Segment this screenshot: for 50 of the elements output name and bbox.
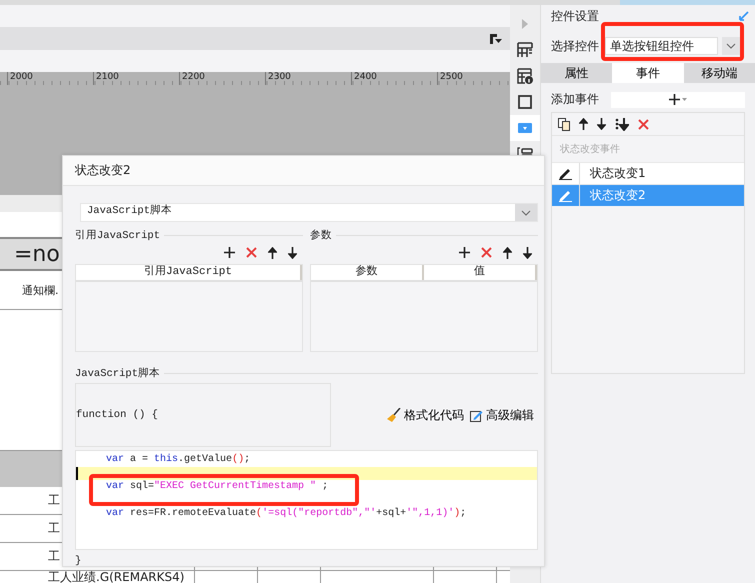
plus-icon: [669, 94, 680, 105]
add-event-label: 添加事件: [551, 91, 599, 108]
delete-icon[interactable]: [638, 118, 649, 130]
column-header: 值: [424, 265, 537, 280]
code-editor[interactable]: var a = this.getValue(); var sql="EXEC GetCurrentTimestamp " ; var res=FR.remoteEvaluate('=sql("reportdb","'+sql+'",1,1)');: [75, 450, 538, 550]
cell-text: =no: [14, 242, 60, 266]
add-icon[interactable]: [224, 247, 235, 258]
arrow-down-icon[interactable]: [288, 247, 297, 259]
section-legend: 参数: [310, 228, 332, 242]
section-legend: JavaScript脚本: [75, 366, 160, 380]
move-to-bottom-icon[interactable]: [615, 118, 629, 130]
format-painter-icon[interactable]: [490, 34, 502, 44]
column-header: 引用JavaScript: [76, 265, 302, 280]
delete-icon[interactable]: [246, 247, 257, 258]
arrow-down-icon[interactable]: [597, 118, 606, 130]
caret-icon: [682, 98, 687, 101]
dropdown-icon[interactable]: [518, 123, 532, 133]
advanced-edit-button[interactable]: 高级编辑: [470, 406, 534, 424]
event-item[interactable]: 状态改变1: [552, 162, 744, 184]
arrow-up-icon[interactable]: [579, 118, 588, 130]
pencil-icon: [559, 167, 572, 180]
edit-icon: [470, 408, 483, 422]
section-legend: 引用JavaScript: [75, 228, 160, 242]
format-code-button[interactable]: 格式化代码: [387, 406, 464, 424]
closing-brace: }: [75, 555, 82, 567]
frame-icon[interactable]: [517, 94, 533, 110]
add-icon[interactable]: [459, 247, 470, 258]
broom-icon: [387, 408, 401, 422]
tab[interactable]: 移动端: [684, 63, 755, 83]
dialog-title: 状态改变2: [75, 162, 131, 179]
table-layout-icon[interactable]: [517, 42, 533, 58]
delete-icon[interactable]: [481, 247, 492, 258]
arrow-down-icon[interactable]: [523, 247, 532, 259]
script-type-select[interactable]: JavaScript脚本: [80, 203, 538, 222]
copy-icon[interactable]: [558, 118, 570, 130]
panel-title: 控件设置: [551, 8, 599, 24]
tab[interactable]: 属性: [541, 63, 612, 83]
table-info-icon[interactable]: [517, 68, 533, 84]
code-line: var a = this.getValue();: [105, 453, 252, 466]
add-event-button[interactable]: [611, 92, 745, 108]
pencil-icon: [559, 189, 572, 202]
chevron-down-icon: [726, 43, 736, 49]
select-label: 选择控件: [551, 38, 599, 54]
function-signature: function () {: [76, 409, 158, 421]
table-cell: 工人业绩.G(REMARKS4): [0, 571, 195, 583]
tab[interactable]: 事件: [612, 63, 684, 83]
chevron-down-icon: [521, 210, 531, 216]
arrow-up-icon[interactable]: [268, 247, 277, 259]
column-header: 参数: [311, 265, 424, 280]
arrow-up-icon[interactable]: [503, 247, 512, 259]
